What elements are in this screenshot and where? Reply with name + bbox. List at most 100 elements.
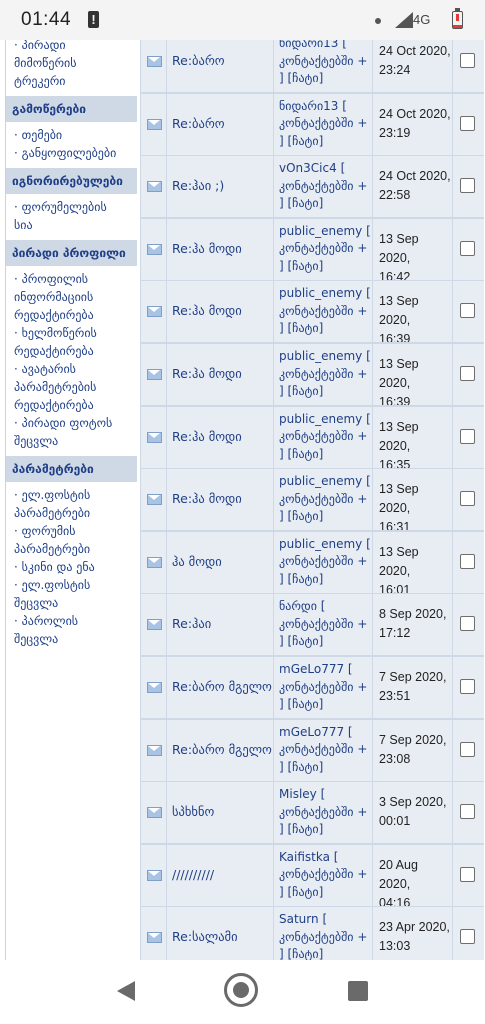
- author-cell: public_enemy [ კონტაქტებში + ] [ჩატი]: [274, 344, 372, 405]
- sidebar-link[interactable]: ინფორმაციის: [6, 288, 137, 306]
- sidebar-link[interactable]: · განყოფილებები: [6, 144, 137, 162]
- sidebar-link[interactable]: · ელ.ფოსტის: [6, 576, 137, 594]
- sidebar-link[interactable]: შეცვლა: [6, 630, 137, 648]
- sidebar-link[interactable]: · ფორუმელების: [6, 198, 137, 216]
- sidebar-link[interactable]: რედაქტირება: [6, 396, 137, 414]
- author-link[interactable]: public_enemy: [279, 412, 362, 426]
- envelope-icon: [147, 494, 162, 506]
- message-subject-link[interactable]: Re:ბარო: [172, 53, 225, 68]
- select-checkbox[interactable]: [460, 804, 475, 820]
- select-cell: [453, 844, 484, 906]
- envelope-icon: [147, 243, 162, 255]
- select-checkbox[interactable]: [460, 115, 475, 131]
- author-link[interactable]: public_enemy: [279, 286, 362, 300]
- author-link[interactable]: mGeLo777: [279, 662, 344, 676]
- message-time: 23:19: [379, 125, 411, 140]
- message-subject-link[interactable]: Re:ჰაი: [172, 616, 211, 631]
- message-subject-link[interactable]: Re:ჰა მოდი: [172, 491, 242, 506]
- message-subject-link[interactable]: ჰა მოდი: [172, 554, 222, 569]
- select-checkbox[interactable]: [460, 240, 475, 256]
- sidebar-link[interactable]: · ფორუმის: [6, 522, 137, 540]
- message-date: 24 Oct 2020,: [379, 44, 451, 58]
- author-link[interactable]: ნარდი: [279, 599, 317, 613]
- status-bar: 01:44 ! 4G: [0, 0, 485, 40]
- sidebar-link[interactable]: პარამეტრების: [6, 378, 137, 396]
- sidebar-link[interactable]: პარამეტრები: [6, 540, 137, 558]
- message-date: 24 Oct 2020,: [379, 106, 451, 121]
- sidebar-link[interactable]: რედაქტირება: [6, 342, 137, 360]
- home-icon[interactable]: [224, 973, 258, 1007]
- subject-cell: Re:ჰაი ;): [167, 156, 273, 218]
- sidebar-link[interactable]: · სკინი და ენა: [6, 558, 137, 576]
- author-cell: Saturn [ კონტაქტებში + ] [ჩატი]: [274, 907, 372, 960]
- select-checkbox[interactable]: [460, 741, 475, 757]
- message-status-cell: [141, 406, 166, 468]
- sidebar-link[interactable]: სია: [6, 216, 137, 234]
- select-checkbox[interactable]: [460, 616, 475, 632]
- author-link[interactable]: public_enemy: [279, 224, 362, 238]
- message-row: Re:ჰაი ;) vOn3Cic4 [ კონტაქტებში + ] [ჩატ…: [140, 156, 484, 218]
- select-checkbox[interactable]: [460, 428, 475, 444]
- sidebar-link[interactable]: · ელ.ფოსტის: [6, 486, 137, 504]
- sidebar-top-link[interactable]: · პირადი მიმოწერის ტრეკერი: [6, 40, 137, 96]
- author-link[interactable]: Misley: [279, 787, 317, 801]
- sidebar-link[interactable]: პარამეტრები: [6, 504, 137, 522]
- sidebar-link[interactable]: · პირადი ფოტოს: [6, 414, 137, 432]
- message-subject-link[interactable]: Re:ბარო მგელო: [172, 742, 272, 757]
- select-checkbox[interactable]: [460, 929, 475, 945]
- sidebar-link[interactable]: · პაროლის: [6, 612, 137, 630]
- subject-cell: Re:ბარო მგელო: [167, 657, 273, 718]
- message-date: 13 Sep 2020,: [379, 419, 419, 453]
- author-link[interactable]: Saturn: [279, 912, 319, 926]
- author-link[interactable]: vOn3Cic4: [279, 161, 337, 175]
- sidebar-link[interactable]: · ავატარის: [6, 360, 137, 378]
- sidebar-section-heading: პირადი პროფილი: [6, 240, 137, 266]
- message-subject-link[interactable]: Re:სალამი: [172, 929, 238, 944]
- back-icon[interactable]: [117, 981, 135, 1001]
- message-time: 17:12: [379, 626, 411, 641]
- recent-apps-icon[interactable]: [348, 981, 368, 1001]
- message-subject-link[interactable]: Re:ჰა მოდი: [172, 303, 242, 318]
- date-cell: 8 Sep 2020, 17:12: [373, 594, 452, 656]
- select-checkbox[interactable]: [460, 553, 475, 569]
- message-subject-link[interactable]: Re:ბარო: [172, 116, 225, 131]
- select-checkbox[interactable]: [460, 491, 475, 507]
- select-checkbox[interactable]: [460, 53, 475, 68]
- sidebar-link[interactable]: · ხელმოწერის: [6, 324, 137, 342]
- author-link[interactable]: mGeLo777: [279, 725, 344, 739]
- author-link[interactable]: public_enemy: [279, 537, 362, 551]
- subject-cell: Re:სალამი: [167, 907, 273, 960]
- sidebar-link[interactable]: შეცვლა: [6, 594, 137, 612]
- message-subject-link[interactable]: Re:ჰაი ;): [172, 178, 224, 193]
- author-link[interactable]: public_enemy: [279, 349, 362, 363]
- message-subject-link[interactable]: სპხხნო: [172, 804, 214, 819]
- author-link[interactable]: ნიდარი13: [279, 40, 338, 50]
- author-cell: Kaifistka [ კონტაქტებში + ] [ჩატი]: [274, 844, 372, 906]
- author-link[interactable]: Kaifistka: [279, 850, 330, 864]
- sidebar-link[interactable]: · პროფილის: [6, 270, 137, 288]
- author-cell: public_enemy [ კონტაქტებში + ] [ჩატი]: [274, 281, 372, 343]
- author-link[interactable]: ნიდარი13: [279, 99, 338, 113]
- select-checkbox[interactable]: [460, 679, 475, 694]
- sidebar-link[interactable]: რედაქტირება: [6, 306, 137, 324]
- select-checkbox[interactable]: [460, 178, 475, 194]
- select-cell: [453, 281, 484, 343]
- message-status-cell: [141, 281, 166, 343]
- select-checkbox[interactable]: [460, 303, 475, 319]
- message-date: 3 Sep 2020,: [379, 795, 447, 810]
- sidebar-link[interactable]: შეცვლა: [6, 432, 137, 450]
- message-status-cell: [141, 657, 166, 718]
- message-status-cell: [141, 40, 166, 92]
- author-link[interactable]: public_enemy: [279, 474, 362, 488]
- sidebar-link[interactable]: · თემები: [6, 126, 137, 144]
- select-checkbox[interactable]: [460, 366, 475, 381]
- select-checkbox[interactable]: [460, 866, 475, 882]
- message-subject-link[interactable]: Re:ჰა მოდი: [172, 241, 242, 256]
- message-subject-link[interactable]: Re:ბარო მგელო: [172, 679, 272, 694]
- envelope-icon: [147, 807, 162, 819]
- envelope-icon: [147, 56, 162, 67]
- message-subject-link[interactable]: //////////: [172, 867, 214, 882]
- envelope-icon: [147, 869, 162, 881]
- message-subject-link[interactable]: Re:ჰა მოდი: [172, 366, 242, 381]
- message-subject-link[interactable]: Re:ჰა მოდი: [172, 429, 242, 444]
